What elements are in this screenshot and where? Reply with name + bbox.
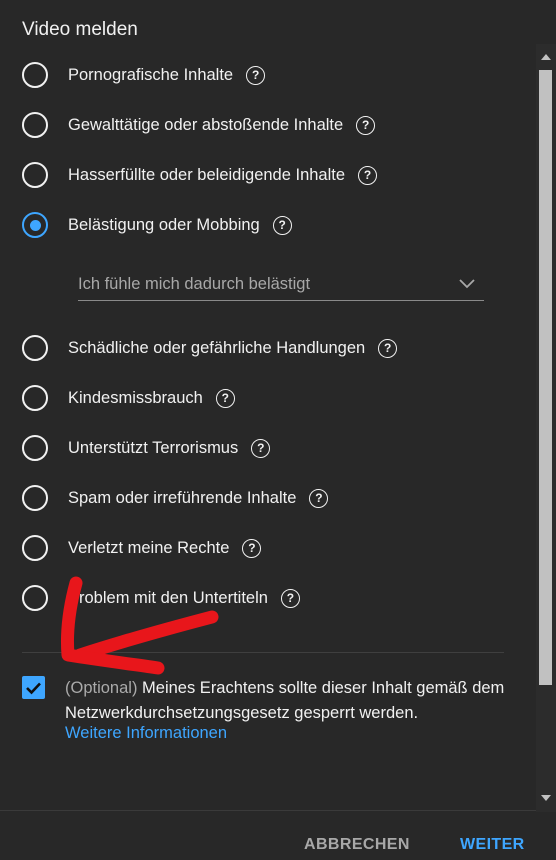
help-icon[interactable]: ?	[251, 438, 271, 458]
option-label: Unterstützt Terrorismus	[68, 438, 239, 457]
scrollbar-thumb[interactable]	[539, 70, 552, 685]
radio-icon[interactable]	[22, 335, 48, 361]
radio-icon[interactable]	[22, 385, 48, 411]
help-icon[interactable]: ?	[356, 115, 376, 135]
option-terrorism[interactable]: Unterstützt Terrorismus ?	[22, 433, 271, 463]
help-icon[interactable]: ?	[272, 215, 292, 235]
cancel-button[interactable]: ABBRECHEN	[304, 836, 410, 854]
checkmark-icon	[26, 682, 41, 694]
option-label: Kindesmissbrauch	[68, 388, 203, 407]
option-harassment[interactable]: Belästigung oder Mobbing ?	[22, 210, 292, 240]
option-label: Belästigung oder Mobbing	[68, 215, 260, 234]
dialog-title: Video melden	[22, 19, 138, 40]
report-video-dialog: Video melden Pornografische Inhalte ? Ge…	[0, 0, 556, 860]
radio-icon[interactable]	[22, 62, 48, 88]
help-icon[interactable]: ?	[215, 388, 235, 408]
chevron-down-icon	[459, 279, 475, 289]
radio-icon[interactable]	[22, 485, 48, 511]
option-label: Hasserfüllte oder beleidigende Inhalte	[68, 165, 346, 184]
help-icon[interactable]: ?	[309, 488, 329, 508]
radio-icon[interactable]	[22, 535, 48, 561]
more-info-link[interactable]: Weitere Informationen	[65, 724, 227, 743]
option-violent[interactable]: Gewalttätige oder abstoßende Inhalte ?	[22, 110, 376, 140]
scroll-up-icon[interactable]	[540, 53, 552, 61]
netzdg-checkbox[interactable]	[22, 676, 45, 699]
scroll-down-icon[interactable]	[540, 794, 552, 802]
footer-divider	[0, 810, 540, 811]
help-icon[interactable]: ?	[242, 538, 262, 558]
help-icon[interactable]: ?	[358, 165, 378, 185]
option-label: Pornografische Inhalte	[68, 65, 234, 84]
subreason-value: Ich fühle mich dadurch belästigt	[78, 275, 311, 293]
subreason-select[interactable]: Ich fühle mich dadurch belästigt	[78, 272, 484, 301]
radio-icon-selected[interactable]	[22, 212, 48, 238]
optional-hint: (Optional)	[65, 679, 138, 697]
radio-icon[interactable]	[22, 435, 48, 461]
option-pornographic[interactable]: Pornografische Inhalte ?	[22, 60, 266, 90]
option-spam[interactable]: Spam oder irreführende Inhalte ?	[22, 483, 329, 513]
option-label: Schädliche oder gefährliche Handlungen	[68, 338, 366, 357]
option-rights[interactable]: Verletzt meine Rechte ?	[22, 533, 262, 563]
help-icon[interactable]: ?	[378, 338, 398, 358]
help-icon[interactable]: ?	[280, 588, 300, 608]
option-hateful[interactable]: Hasserfüllte oder beleidigende Inhalte ?	[22, 160, 378, 190]
option-child-abuse[interactable]: Kindesmissbrauch ?	[22, 383, 235, 413]
option-label: Spam oder irreführende Inhalte	[68, 488, 297, 507]
radio-icon[interactable]	[22, 585, 48, 611]
option-harmful-acts[interactable]: Schädliche oder gefährliche Handlungen ?	[22, 333, 398, 363]
option-captions[interactable]: Problem mit den Untertiteln ?	[22, 583, 300, 613]
option-label: Problem mit den Untertiteln	[68, 588, 268, 607]
radio-icon[interactable]	[22, 162, 48, 188]
netzdg-text: (Optional) Meines Erachtens sollte diese…	[65, 676, 515, 726]
option-label: Gewalttätige oder abstoßende Inhalte	[68, 115, 344, 134]
radio-icon[interactable]	[22, 112, 48, 138]
divider	[22, 652, 504, 653]
option-label: Verletzt meine Rechte	[68, 538, 230, 557]
next-button[interactable]: WEITER	[460, 836, 525, 854]
help-icon[interactable]: ?	[246, 65, 266, 85]
